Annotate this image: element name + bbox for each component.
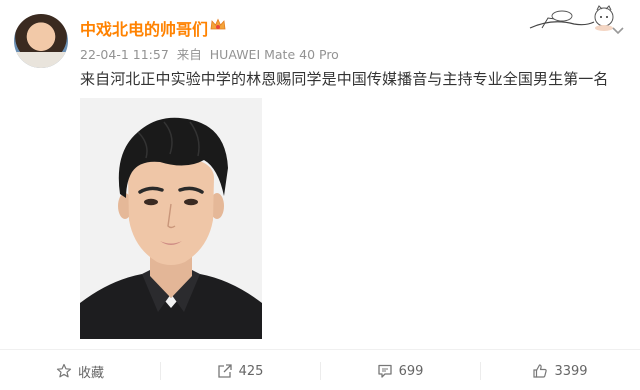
reclining-cat-decoration-icon bbox=[529, 5, 614, 31]
action-bar-divider bbox=[0, 349, 640, 350]
username[interactable]: 中戏北电的帅哥们 bbox=[80, 16, 208, 40]
like-count: 3399 bbox=[554, 363, 588, 379]
favorite-button[interactable]: 收藏 bbox=[0, 352, 160, 390]
star-icon bbox=[56, 363, 72, 378]
comment-button[interactable]: 699 bbox=[320, 352, 480, 390]
avatar[interactable] bbox=[14, 14, 68, 68]
action-bar: 收藏 425 699 3399 bbox=[0, 352, 640, 390]
chevron-down-icon[interactable] bbox=[608, 22, 628, 42]
post-source-prefix: 来自 bbox=[176, 47, 202, 62]
post-timestamp[interactable]: 22-04-1 11:57 bbox=[80, 47, 169, 62]
favorite-label: 收藏 bbox=[77, 365, 104, 381]
comment-count: 699 bbox=[398, 363, 424, 379]
post-text: 来自河北正中实验中学的林恩赐同学是中国传媒播音与主持专业全国男生第一名 bbox=[80, 70, 609, 88]
comment-icon bbox=[377, 364, 392, 378]
post-meta: 22-04-1 11:57 来自 HUAWEI Mate 40 Pro bbox=[80, 44, 343, 63]
post-device: HUAWEI Mate 40 Pro bbox=[209, 47, 339, 62]
like-button[interactable]: 3399 bbox=[480, 352, 640, 390]
crown-badge-icon bbox=[209, 16, 227, 34]
repost-button[interactable]: 425 bbox=[160, 352, 320, 390]
thumbs-up-icon bbox=[533, 364, 548, 378]
repost-icon bbox=[217, 364, 232, 378]
portrait-image bbox=[80, 98, 262, 339]
post-photo[interactable] bbox=[80, 98, 262, 339]
repost-count: 425 bbox=[238, 363, 264, 379]
